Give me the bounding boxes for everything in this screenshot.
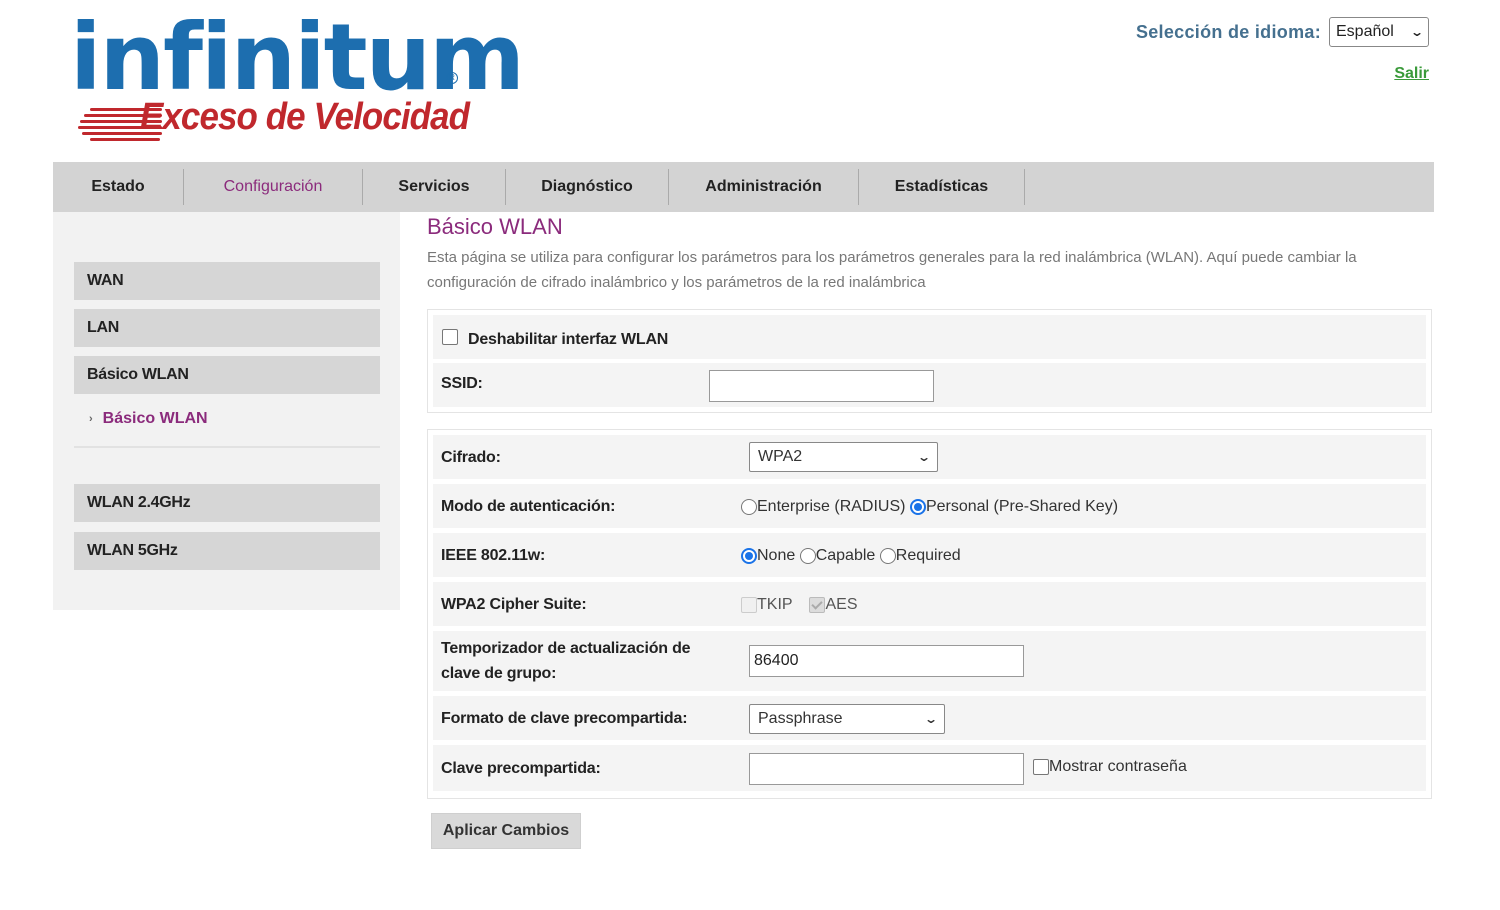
auth-personal-radio[interactable] [909,499,926,515]
group-key-label: Temporizador de actualización de clave d… [441,640,691,682]
show-password-label: Mostrar contraseña [1049,758,1187,775]
tkip-checkbox[interactable] [741,597,757,613]
show-password-control: Mostrar contraseña [1033,758,1187,776]
page-description: Esta página se utiliza para configurar l… [427,249,1357,291]
language-selector-area: Selección de idioma: Español ⌄ [1136,17,1429,47]
cipher-select[interactable]: WPA2 ⌄ [749,442,938,472]
ieee-options: None Capable Required [741,547,961,565]
sidebar-subitem-basico-wlan[interactable]: › Básico WLAN [89,410,208,428]
cipher-select-value: WPA2 [758,448,803,465]
logo-wordmark: infinitum [70,4,525,111]
ieee-capable-label: Capable [815,547,876,564]
wlan-interface-panel: Deshabilitar interfaz WLAN SSID: [427,309,1432,413]
sidebar-item-wlan-24ghz[interactable]: WLAN 2.4GHz [74,484,380,522]
auth-mode-row: Modo de autenticación: Enterprise (RADIU… [433,484,1426,528]
router-admin-page: infinitum R Exceso de Velocidad Selecció… [0,0,1500,910]
psk-format-row: Formato de clave precompartida: Passphra… [433,696,1426,740]
psk-format-select[interactable]: Passphrase ⌄ [749,704,945,734]
ssid-label: SSID: [441,375,483,392]
cipher-suite-options: TKIP AES [741,596,857,614]
sidebar: WAN LAN Básico WLAN › Básico WLAN WLAN 2… [53,212,400,610]
ieee-required-radio[interactable] [879,548,896,564]
tab-diagnostico[interactable]: Diagnóstico [506,169,669,205]
tab-administracion[interactable]: Administración [669,169,859,205]
infinitum-logo: infinitum R Exceso de Velocidad [70,8,525,143]
sidebar-subitem-label: Básico WLAN [102,410,208,427]
aes-checkbox[interactable] [809,597,826,613]
ssid-input[interactable] [709,370,934,402]
language-select[interactable]: Español ⌄ [1329,17,1429,47]
sidebar-item-basico-wlan[interactable]: Básico WLAN [74,356,380,394]
tab-estado[interactable]: Estado [53,169,184,205]
psk-format-label: Formato de clave precompartida: [441,710,688,727]
ieee-capable-radio[interactable] [799,548,816,564]
registered-mark-icon: R [446,72,458,84]
ieee-row: IEEE 802.11w: None Capable Required [433,533,1426,577]
ieee-none-label: None [757,547,796,564]
sidebar-item-wan[interactable]: WAN [74,262,380,300]
sidebar-item-wlan-5ghz[interactable]: WLAN 5GHz [74,532,380,570]
chevron-down-icon: ⌄ [1409,25,1425,39]
auth-personal-label: Personal (Pre-Shared Key) [925,498,1119,515]
group-key-row: Temporizador de actualización de clave d… [433,631,1426,691]
tab-estadisticas[interactable]: Estadísticas [859,169,1025,205]
cipher-suite-label: WPA2 Cipher Suite: [441,596,587,613]
cipher-label: Cifrado: [441,449,501,466]
auth-enterprise-radio[interactable] [741,499,757,515]
group-key-input[interactable]: 86400 [749,645,1024,677]
tkip-label: TKIP [757,596,793,613]
disable-wlan-row: Deshabilitar interfaz WLAN [433,315,1426,359]
language-label: Selección de idioma: [1135,21,1321,42]
sidebar-item-lan[interactable]: LAN [74,309,380,347]
language-select-value: Español [1336,23,1394,40]
disable-wlan-checkbox[interactable] [442,329,458,345]
cipher-row: Cifrado: WPA2 ⌄ [433,435,1426,479]
top-navigation: Estado Configuración Servicios Diagnósti… [53,162,1434,212]
ieee-required-label: Required [895,547,961,564]
aes-label: AES [825,596,858,613]
disable-wlan-label: Deshabilitar interfaz WLAN [468,331,669,348]
tab-servicios[interactable]: Servicios [363,169,506,205]
apply-changes-button[interactable]: Aplicar Cambios [431,813,581,849]
sidebar-divider [74,446,380,448]
ieee-label: IEEE 802.11w: [441,547,546,564]
chevron-right-icon: › [89,413,93,425]
tab-configuracion[interactable]: Configuración [184,169,363,205]
psk-format-select-value: Passphrase [758,710,843,727]
logo-tagline: Exceso de Velocidad [140,96,470,138]
psk-input[interactable] [749,753,1024,785]
logout-link[interactable]: Salir [1394,65,1429,83]
cipher-suite-row: WPA2 Cipher Suite: TKIP AES [433,582,1426,626]
chevron-down-icon: ⌄ [916,450,932,464]
auth-mode-label: Modo de autenticación: [441,498,616,515]
page-title: Básico WLAN [427,214,563,239]
psk-label: Clave precompartida: [441,760,601,777]
show-password-checkbox[interactable] [1033,759,1049,775]
ssid-row: SSID: [433,363,1426,407]
security-panel: Cifrado: WPA2 ⌄ Modo de autenticación: E… [427,429,1432,799]
ieee-none-radio[interactable] [741,548,757,564]
auth-mode-options: Enterprise (RADIUS) Personal (Pre-Shared… [741,498,1118,516]
psk-row: Clave precompartida: Mostrar contraseña [433,745,1426,791]
auth-enterprise-label: Enterprise (RADIUS) [757,498,906,515]
chevron-down-icon: ⌄ [923,712,939,726]
